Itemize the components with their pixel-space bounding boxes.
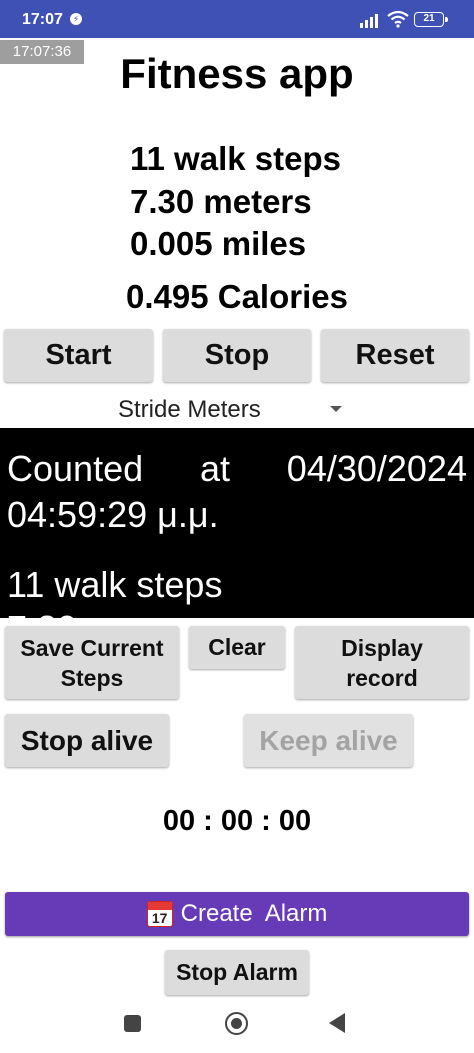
- stop-button[interactable]: Stop: [163, 329, 311, 382]
- status-time: 17:07: [22, 11, 63, 28]
- calendar-icon: 17: [146, 901, 173, 927]
- save-button-line1: Save Current: [20, 634, 164, 661]
- create-alarm-label: Create Alarm: [180, 900, 328, 927]
- steps-count: 11 walk steps: [130, 140, 341, 177]
- log-distance-partial: 7.30: [7, 608, 77, 618]
- stride-spinner-value: Stride Meters: [118, 396, 261, 423]
- display-record-button[interactable]: Display record: [295, 626, 469, 699]
- save-current-steps-button[interactable]: Save Current Steps: [5, 626, 179, 699]
- recents-icon[interactable]: [124, 1015, 141, 1032]
- stride-spinner[interactable]: Stride Meters: [118, 394, 358, 426]
- distance-miles: 0.005 miles: [130, 225, 307, 262]
- navigation-bar: [0, 1000, 474, 1053]
- timer-display: 00 : 00 : 00: [162, 805, 312, 837]
- calendar-icon-day: 17: [151, 910, 168, 926]
- keep-alive-button[interactable]: Keep alive: [244, 714, 413, 767]
- log-line-header: Counted at 04/30/2024: [7, 448, 467, 490]
- status-bar: 17:07 ⚡ 21: [0, 0, 474, 38]
- log-time: 04:59:29 μ.μ.: [7, 494, 219, 535]
- log-steps: 11 walk steps: [7, 564, 223, 605]
- start-button[interactable]: Start: [4, 329, 153, 382]
- wifi-icon: [387, 10, 409, 28]
- dropdown-arrow-icon: [330, 406, 342, 412]
- app-title: Fitness app: [120, 50, 354, 97]
- clear-button[interactable]: Clear: [189, 626, 285, 669]
- log-word-counted: Counted: [7, 448, 144, 489]
- back-icon[interactable]: [329, 1013, 345, 1033]
- record-log[interactable]: Counted at 04/30/2024 04:59:29 μ.μ. 11 w…: [0, 428, 474, 618]
- log-word-at: at: [199, 448, 230, 489]
- lightning-icon: ⚡: [70, 13, 82, 25]
- display-button-line2: record: [346, 664, 418, 691]
- calories-count: 0.495 Calories: [126, 278, 348, 315]
- stop-alive-button[interactable]: Stop alive: [5, 714, 169, 767]
- home-icon[interactable]: [225, 1012, 248, 1035]
- reset-button[interactable]: Reset: [321, 329, 469, 382]
- log-date: 04/30/2024: [286, 448, 467, 489]
- display-button-line1: Display: [341, 634, 423, 661]
- distance-meters: 7.30 meters: [130, 183, 312, 220]
- create-alarm-button[interactable]: 17 Create Alarm: [5, 892, 469, 936]
- signal-icon: [360, 12, 382, 28]
- battery-icon: 21: [414, 12, 448, 27]
- stop-alarm-button[interactable]: Stop Alarm: [165, 950, 309, 995]
- save-button-line2: Steps: [60, 664, 124, 691]
